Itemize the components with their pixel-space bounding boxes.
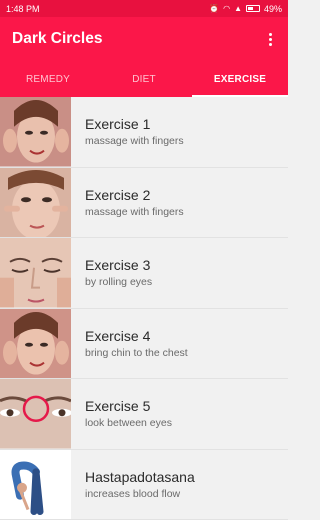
list-item[interactable]: Exercise 3 by rolling eyes <box>0 238 288 309</box>
exercise-subtitle: massage with fingers <box>85 134 288 148</box>
wifi-icon: ◠ <box>223 5 230 13</box>
exercise-list: Exercise 1 massage with fingers Exercise… <box>0 97 288 520</box>
exercise-subtitle: massage with fingers <box>85 205 288 219</box>
exercise-1-image <box>0 97 71 167</box>
exercise-title: Exercise 5 <box>85 397 288 415</box>
exercise-2-image <box>0 168 71 238</box>
list-item[interactable]: Exercise 1 massage with fingers <box>0 97 288 168</box>
app-title: Dark Circles <box>12 30 265 48</box>
exercise-subtitle: bring chin to the chest <box>85 346 288 360</box>
alarm-icon: ⏰ <box>209 5 219 13</box>
hastapadotasana-image <box>0 450 71 520</box>
status-bar: 1:48 PM ⏰ ◠ ▲ 49% <box>0 0 288 17</box>
status-time: 1:48 PM <box>6 4 40 14</box>
exercise-subtitle: look between eyes <box>85 416 288 430</box>
exercise-title: Exercise 4 <box>85 327 288 345</box>
exercise-title: Hastapadotasana <box>85 468 288 486</box>
signal-icon: ▲ <box>234 5 242 13</box>
tab-remedy[interactable]: REMEDY <box>0 61 96 97</box>
exercise-title: Exercise 3 <box>85 256 288 274</box>
exercise-4-image <box>0 309 71 379</box>
exercise-title: Exercise 1 <box>85 115 288 133</box>
list-item[interactable]: Exercise 5 look between eyes <box>0 379 288 450</box>
more-options-icon[interactable] <box>265 29 276 50</box>
list-item[interactable]: Exercise 4 bring chin to the chest <box>0 309 288 380</box>
tab-exercise[interactable]: EXERCISE <box>192 61 288 97</box>
tab-bar: REMEDY DIET EXERCISE <box>0 61 288 97</box>
battery-level: 49% <box>264 4 282 14</box>
tab-diet[interactable]: DIET <box>96 61 192 97</box>
exercise-3-image <box>0 238 71 308</box>
list-item[interactable]: Exercise 2 massage with fingers <box>0 168 288 239</box>
list-item[interactable]: Hastapadotasana increases blood flow <box>0 450 288 520</box>
exercise-subtitle: by rolling eyes <box>85 275 288 289</box>
battery-icon <box>246 5 260 12</box>
exercise-subtitle: increases blood flow <box>85 487 288 501</box>
exercise-5-image <box>0 379 71 449</box>
status-icons: ⏰ ◠ ▲ 49% <box>209 4 282 14</box>
app-bar: Dark Circles <box>0 17 288 61</box>
exercise-title: Exercise 2 <box>85 186 288 204</box>
